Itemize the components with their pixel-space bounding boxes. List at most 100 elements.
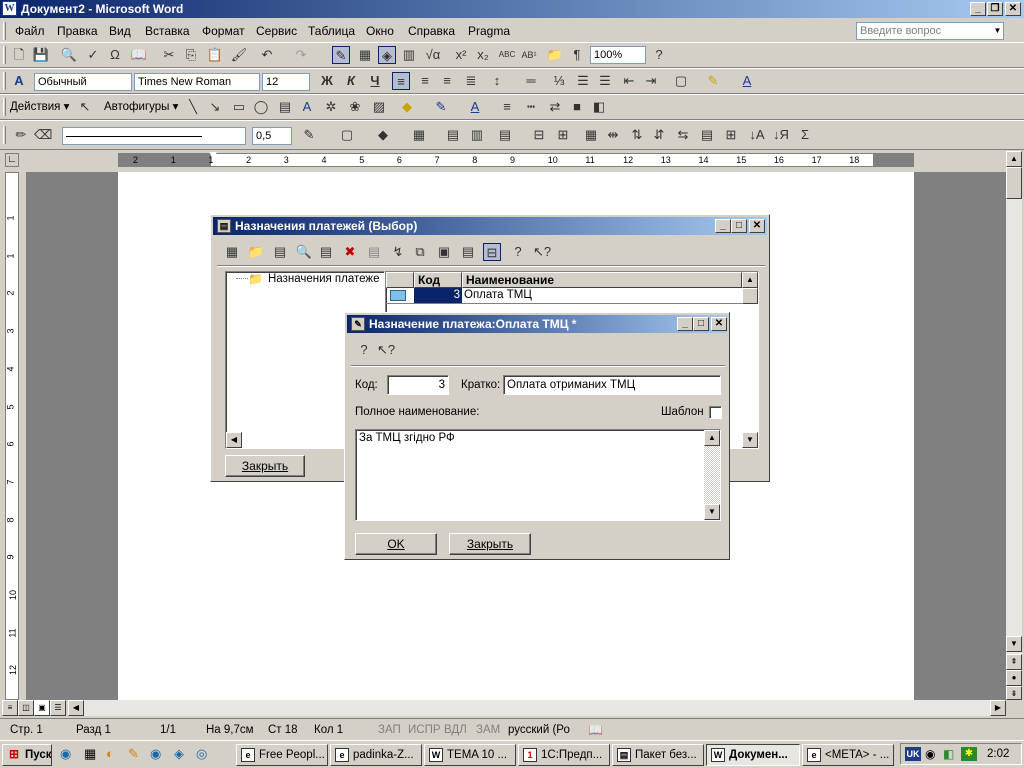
- text-direction-icon[interactable]: ⇅: [628, 126, 646, 144]
- equation-icon[interactable]: √α: [424, 46, 442, 64]
- hierarchy-icon[interactable]: ⊟: [483, 243, 501, 261]
- oval-icon[interactable]: ◯: [252, 98, 270, 116]
- cut-icon[interactable]: ✂: [160, 46, 178, 64]
- restore-button[interactable]: ❐: [987, 2, 1003, 16]
- autosum-icon[interactable]: Σ: [796, 126, 814, 144]
- line-icon[interactable]: ╲: [184, 98, 202, 116]
- font-size-combo[interactable]: 12: [262, 73, 310, 91]
- template-checkbox[interactable]: [709, 406, 722, 419]
- minimize-button[interactable]: _: [970, 2, 986, 16]
- browser-quicklaunch-icon[interactable]: ◉: [150, 746, 166, 762]
- menu-tools[interactable]: Сервис: [256, 23, 297, 39]
- task-document[interactable]: W Докумен...: [706, 744, 800, 766]
- menu-insert[interactable]: Вставка: [145, 23, 190, 39]
- vertical-scrollbar[interactable]: ▲ ▼ ⇞ ● ⇟: [1006, 151, 1022, 700]
- columns-icon[interactable]: ▥: [400, 46, 418, 64]
- tray-icon-1[interactable]: ◉: [925, 747, 935, 761]
- task-meta[interactable]: e <META> - ...: [802, 744, 894, 766]
- draw-font-color-icon[interactable]: A: [466, 98, 484, 116]
- convert-icon[interactable]: ⇆: [674, 126, 692, 144]
- menu-grip[interactable]: [3, 22, 6, 40]
- bold-button[interactable]: Ж: [318, 72, 336, 90]
- list-help-icon[interactable]: ?: [509, 243, 527, 261]
- status-record[interactable]: ЗАП: [378, 723, 401, 737]
- line-spacing-icon[interactable]: ↕: [488, 72, 506, 90]
- edit-context-help-icon[interactable]: ↖?: [377, 341, 395, 359]
- task-paket[interactable]: ▤ Пакет без...: [612, 744, 704, 766]
- edit-close-button[interactable]: ✕: [711, 317, 727, 331]
- copy-icon[interactable]: ⎘: [182, 46, 200, 64]
- menu-file[interactable]: Файл: [15, 23, 45, 39]
- style-combo[interactable]: Обычный: [34, 73, 132, 91]
- outline-view-icon[interactable]: ☰: [50, 700, 66, 716]
- line-style-icon[interactable]: ≡: [498, 98, 516, 116]
- folder-icon[interactable]: 📁: [546, 46, 564, 64]
- split-cells-icon[interactable]: ▥: [468, 126, 486, 144]
- list-minimize-button[interactable]: _: [715, 219, 731, 233]
- spelling-status-icon[interactable]: 📖: [588, 723, 603, 737]
- align-center-icon[interactable]: ≡: [416, 72, 434, 90]
- menu-pragma[interactable]: Pragma: [468, 23, 510, 39]
- edit-minimize-button[interactable]: _: [677, 317, 693, 331]
- table-header-name[interactable]: Наименование: [462, 272, 742, 288]
- menu-format[interactable]: Формат: [202, 23, 245, 39]
- code-field[interactable]: 3: [387, 375, 449, 395]
- menu-help[interactable]: Справка: [408, 23, 455, 39]
- draw-table-icon[interactable]: ✏: [12, 126, 30, 144]
- vertical-ruler[interactable]: 112345678910111213: [5, 172, 19, 713]
- edit-close-action-button[interactable]: Закрыть: [449, 533, 531, 555]
- task-padinka[interactable]: e padinka-Z...: [330, 744, 422, 766]
- bullet-list-icon[interactable]: ☰: [596, 72, 614, 90]
- outside-border-icon[interactable]: ▢: [338, 126, 356, 144]
- align-right-icon[interactable]: ≡: [438, 72, 456, 90]
- line-weight-combo[interactable]: 0,5: [252, 127, 292, 145]
- textbox-icon[interactable]: ▤: [276, 98, 294, 116]
- drawing-toolbar-icon[interactable]: ✎: [332, 46, 350, 64]
- prev-page-button[interactable]: ⇞: [1006, 654, 1022, 670]
- styles-pane-icon[interactable]: A: [10, 72, 28, 90]
- decrease-indent-icon[interactable]: ⇤: [620, 72, 638, 90]
- shadow-icon[interactable]: ■: [568, 98, 586, 116]
- find-icon[interactable]: 🔍: [295, 243, 313, 261]
- move-icon[interactable]: ↯: [389, 243, 407, 261]
- spelling-icon[interactable]: ✓: [84, 46, 102, 64]
- draw-actions-menu[interactable]: Действия ▾: [10, 98, 69, 116]
- autoshapes-menu[interactable]: Автофигуры ▾: [104, 98, 178, 116]
- textarea-scroll-down[interactable]: ▼: [704, 504, 720, 520]
- language-indicator[interactable]: UK: [905, 747, 921, 761]
- dash-style-icon[interactable]: ┅: [522, 98, 540, 116]
- horizontal-scrollbar[interactable]: ◀ ▶: [68, 700, 1006, 716]
- scroll-thumb[interactable]: [1006, 167, 1022, 199]
- copy-item-icon[interactable]: ▤: [271, 243, 289, 261]
- table-header-code[interactable]: Код: [414, 272, 462, 288]
- new-folder-icon[interactable]: 📁: [247, 243, 265, 261]
- grid-icon[interactable]: ⊞: [722, 126, 740, 144]
- print-preview-icon[interactable]: 🔍: [60, 46, 78, 64]
- tray-icon-2[interactable]: ◧: [943, 747, 954, 761]
- heading-rows-icon[interactable]: ⇵: [650, 126, 668, 144]
- edit-maximize-button[interactable]: □: [693, 317, 709, 331]
- toolbar-grip[interactable]: [3, 72, 6, 90]
- scroll-right-button[interactable]: ▶: [990, 700, 1006, 716]
- align-cell-icon[interactable]: ▤: [496, 126, 514, 144]
- close-button[interactable]: ✕: [1005, 2, 1021, 16]
- print-list-icon[interactable]: ▣: [435, 243, 453, 261]
- status-track[interactable]: ИСПР: [408, 723, 441, 737]
- 3d-icon[interactable]: ◧: [590, 98, 608, 116]
- task-1c[interactable]: 1 1С:Предп...: [518, 744, 610, 766]
- list-close-action-button[interactable]: Закрыть: [225, 455, 305, 477]
- delete-item-icon[interactable]: ✖: [341, 243, 359, 261]
- toolbar-grip[interactable]: [3, 98, 6, 116]
- diagram-icon[interactable]: ✲: [322, 98, 340, 116]
- subscript-icon[interactable]: x₂: [474, 46, 492, 64]
- row-name-cell[interactable]: Оплата ТМЦ: [464, 288, 532, 303]
- tab-selector[interactable]: ∟: [5, 153, 19, 167]
- clock[interactable]: 2:02: [987, 747, 1009, 761]
- highlight-icon[interactable]: ✎: [704, 72, 722, 90]
- research-icon[interactable]: 📖: [130, 46, 148, 64]
- browse-object-button[interactable]: ●: [1006, 670, 1022, 686]
- short-name-field[interactable]: Оплата отриманих ТМЦ: [503, 375, 721, 395]
- new-icon[interactable]: 🗋: [10, 46, 28, 64]
- ask-question-input[interactable]: Введите вопрос: [856, 22, 1004, 40]
- mark-icon[interactable]: ▤: [365, 243, 383, 261]
